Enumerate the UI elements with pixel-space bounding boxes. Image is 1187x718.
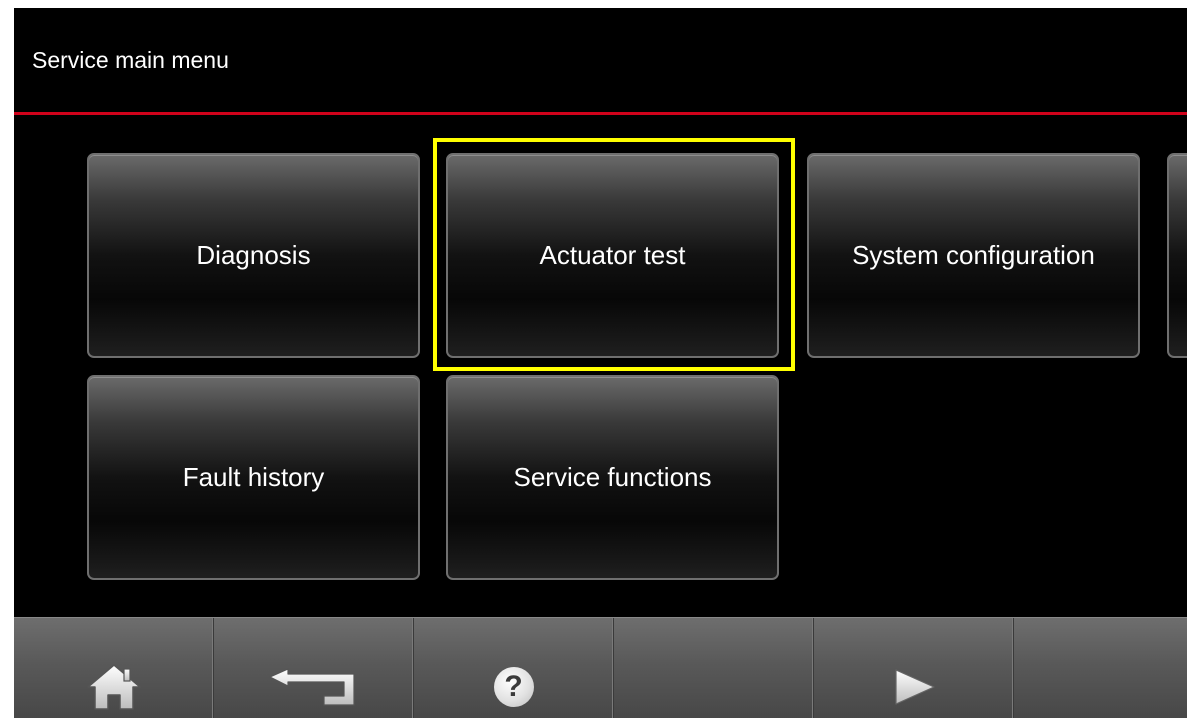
system-configuration-button[interactable]: System configuration bbox=[807, 153, 1140, 358]
help-glyph: ? bbox=[493, 666, 534, 707]
diagnosis-button[interactable]: Diagnosis bbox=[87, 153, 420, 358]
back-arrow-icon bbox=[268, 667, 360, 707]
help-button[interactable]: ? bbox=[414, 618, 614, 718]
next-button[interactable] bbox=[814, 618, 1014, 718]
header-bar: Service main menu bbox=[14, 8, 1187, 112]
header-accent-line bbox=[14, 112, 1187, 115]
system-configuration-label: System configuration bbox=[852, 240, 1095, 270]
page-title: Service main menu bbox=[32, 47, 229, 73]
help-icon: ? bbox=[493, 666, 534, 707]
service-functions-button[interactable]: Service functions bbox=[446, 375, 779, 580]
service-screen: Service main menu Diagnosis Actuator tes… bbox=[14, 8, 1187, 718]
next-arrow-icon bbox=[890, 667, 938, 707]
diagnosis-label: Diagnosis bbox=[196, 240, 311, 270]
actuator-test-button[interactable]: Actuator test bbox=[446, 153, 779, 358]
actuator-test-label: Actuator test bbox=[539, 240, 686, 270]
service-functions-label: Service functions bbox=[513, 462, 712, 492]
fault-history-button[interactable]: Fault history bbox=[87, 375, 420, 580]
bottom-toolbar: ? bbox=[14, 617, 1187, 718]
home-button[interactable] bbox=[14, 618, 214, 718]
toolbar-empty-slot-1 bbox=[614, 618, 814, 718]
fault-history-label: Fault history bbox=[182, 462, 325, 492]
back-button[interactable] bbox=[214, 618, 414, 718]
toolbar-empty-slot-2 bbox=[1014, 618, 1187, 718]
next-menu-tile-partial[interactable] bbox=[1167, 153, 1187, 358]
home-icon bbox=[86, 663, 142, 711]
